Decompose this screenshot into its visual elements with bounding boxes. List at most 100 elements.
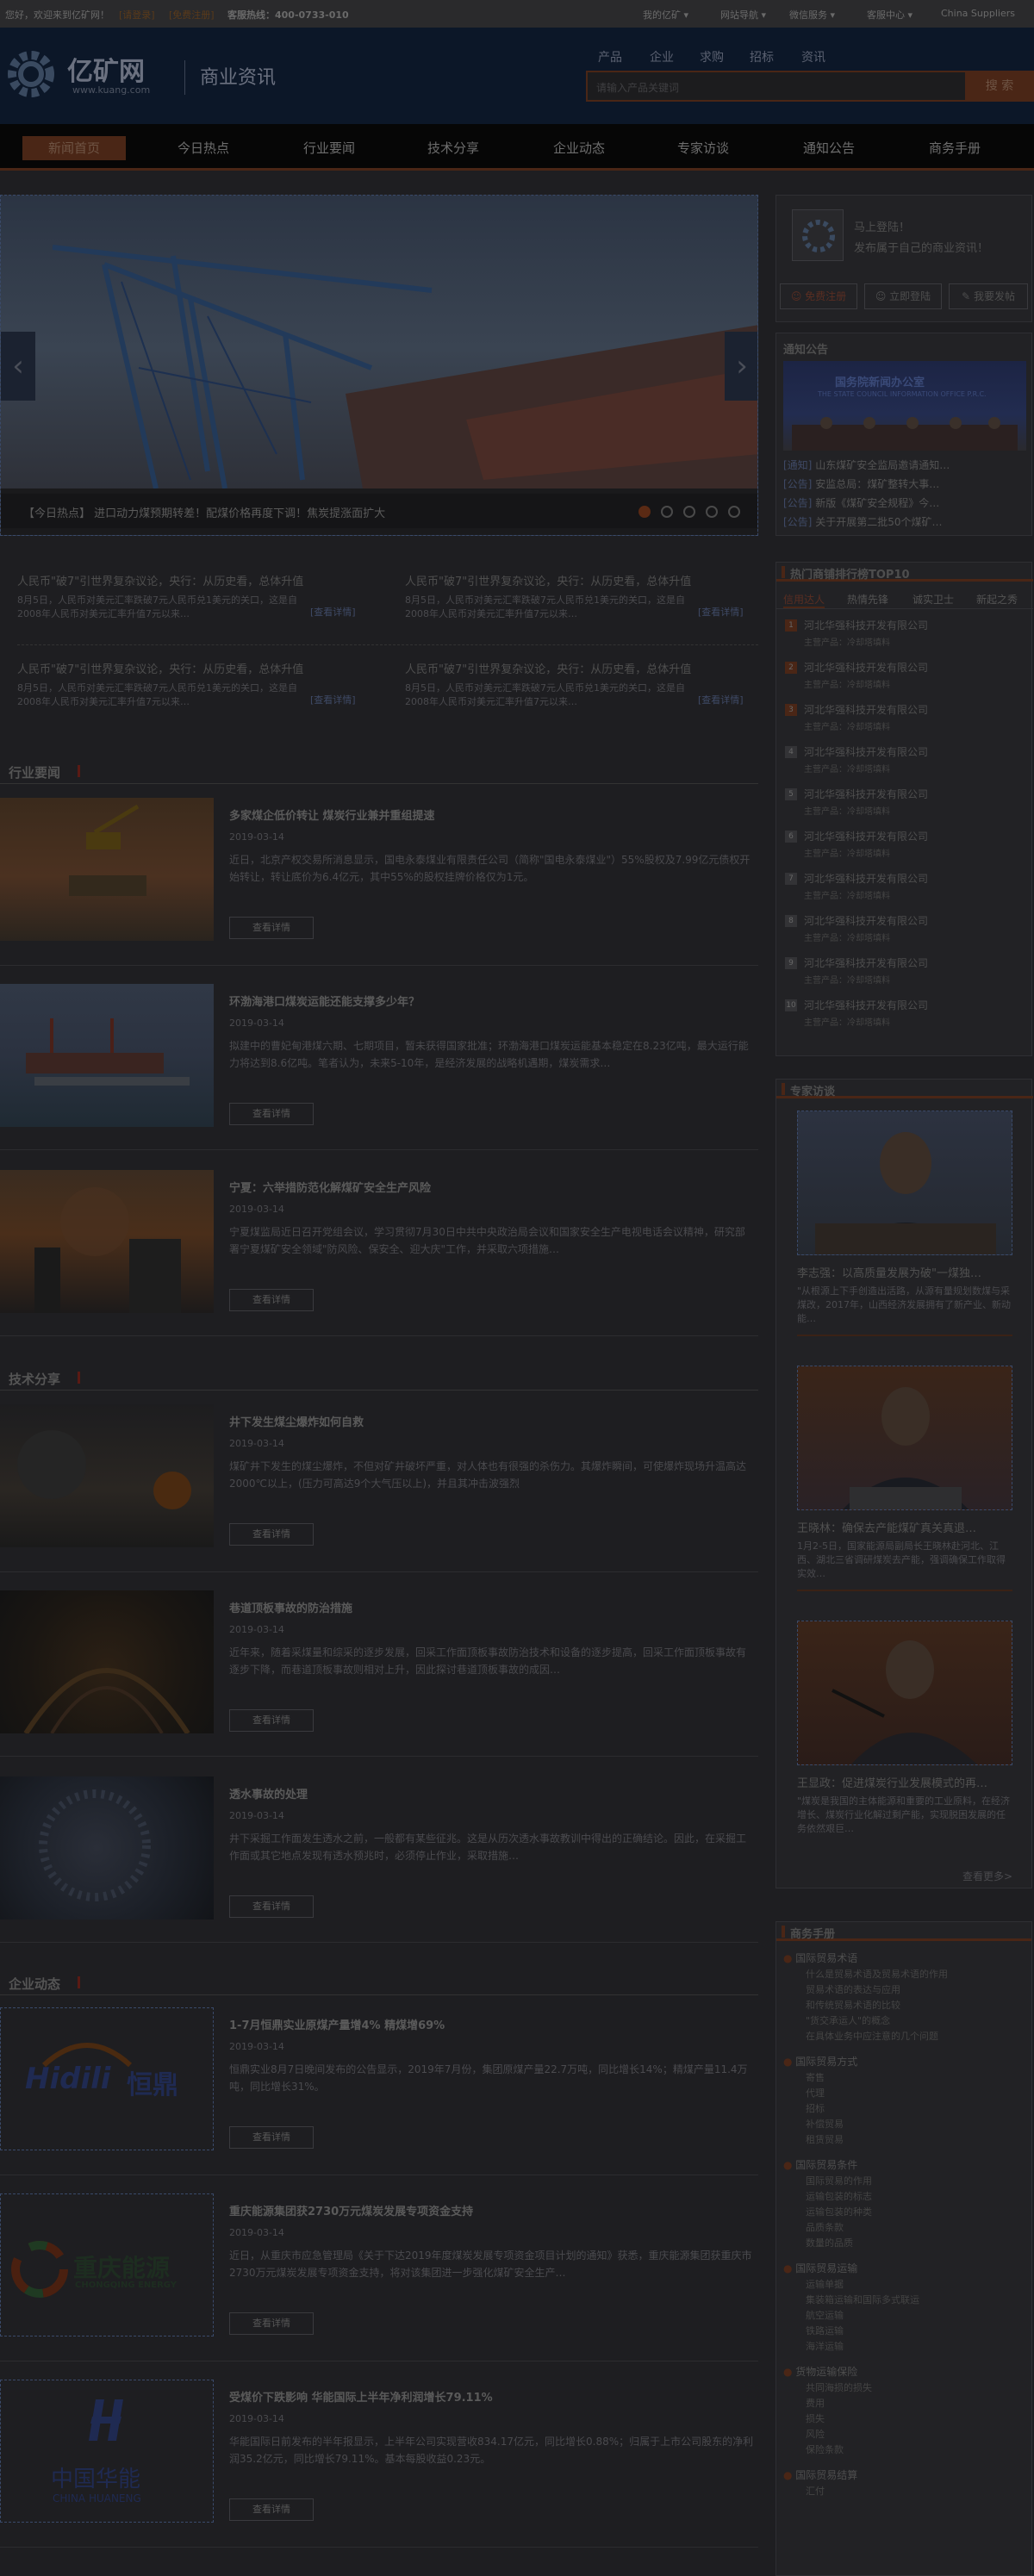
nav-handbook[interactable]: 商务手册	[903, 136, 1006, 160]
handbook-group-title[interactable]: ● 国际贸易结算	[783, 2467, 1026, 2484]
handbook-link[interactable]: 海洋运输	[783, 2339, 1026, 2355]
ranking-item[interactable]: 1 河北华强科技开发有限公司 主营产品：冷却塔填料	[783, 616, 1026, 658]
menu-wechat[interactable]: 微信服务 ▾	[789, 8, 835, 22]
expert-photo-3[interactable]	[797, 1621, 1012, 1765]
view-details-button[interactable]: 查看详情	[229, 1709, 314, 1732]
handbook-group-title[interactable]: ● 国际贸易方式	[783, 2053, 1026, 2070]
cat-news[interactable]: 资讯	[801, 48, 825, 65]
ranking-item[interactable]: 7 河北华强科技开发有限公司 主营产品：冷却塔填料	[783, 869, 1026, 912]
view-details-button[interactable]: 查看详情	[229, 1103, 314, 1125]
cat-tender[interactable]: 招标	[750, 48, 774, 65]
rank-company-name[interactable]: 河北华强科技开发有限公司	[804, 787, 928, 801]
article-image[interactable]	[0, 1404, 214, 1547]
handbook-link[interactable]: "货交承运人"的概念	[783, 2013, 1026, 2029]
login-now-button[interactable]: ☺ 立即登陆	[864, 283, 942, 309]
view-details-button[interactable]: 查看详情	[229, 917, 314, 939]
view-details-button[interactable]: 查看详情	[229, 1289, 314, 1311]
tab-credit[interactable]: 信用达人	[783, 592, 825, 608]
article-title[interactable]: 井下发生煤尘爆炸如何自救	[229, 1413, 755, 1429]
tab-honesty[interactable]: 诚实卫士	[913, 592, 954, 607]
ranking-item[interactable]: 10 河北华强科技开发有限公司 主营产品：冷却塔填料	[783, 996, 1026, 1038]
headline-item[interactable]: 人民币"破7"引世界复杂议论，央行：从历史看，总体升值 8月5日，人民币对美元汇…	[17, 660, 379, 709]
article-image[interactable]	[0, 798, 214, 941]
rank-company-name[interactable]: 河北华强科技开发有限公司	[804, 871, 928, 886]
search-input[interactable]: 请输入产品关键词	[586, 71, 974, 102]
handbook-group-title[interactable]: ● 国际贸易运输	[783, 2260, 1026, 2277]
article-image[interactable]	[0, 1170, 214, 1313]
tab-enthusiasm[interactable]: 热情先锋	[847, 592, 888, 607]
cat-company[interactable]: 企业	[650, 48, 674, 65]
ranking-item[interactable]: 2 河北华强科技开发有限公司 主营产品：冷却塔填料	[783, 658, 1026, 700]
expert-item-title[interactable]: 王晓林：确保去产能煤矿真关真退…	[797, 1519, 1012, 1535]
headline-item[interactable]: 人民币"破7"引世界复杂议论，央行：从历史看，总体升值 8月5日，人民币对美元汇…	[17, 572, 379, 621]
rank-company-name[interactable]: 河北华强科技开发有限公司	[804, 955, 928, 970]
article-image[interactable]	[0, 1590, 214, 1733]
view-details-button[interactable]: 查看详情	[229, 1523, 314, 1546]
nav-news-home[interactable]: 新闻首页	[22, 136, 126, 160]
gear-logo-icon[interactable]	[3, 47, 59, 102]
register-link[interactable]: [免费注册]	[169, 8, 215, 22]
view-details-button[interactable]: 查看详情	[229, 1895, 314, 1918]
handbook-link[interactable]: 补偿贸易	[783, 2117, 1026, 2132]
handbook-link[interactable]: 国际贸易的作用	[783, 2174, 1026, 2189]
tab-newcomer[interactable]: 新起之秀	[976, 592, 1018, 607]
handbook-link[interactable]: 租赁贸易	[783, 2132, 1026, 2148]
rank-company-name[interactable]: 河北华强科技开发有限公司	[804, 913, 928, 928]
rank-company-name[interactable]: 河北华强科技开发有限公司	[804, 702, 928, 717]
ranking-item[interactable]: 6 河北华强科技开发有限公司 主营产品：冷却塔填料	[783, 827, 1026, 869]
handbook-link[interactable]: 损失	[783, 2411, 1026, 2427]
rank-company-name[interactable]: 河北华强科技开发有限公司	[804, 744, 928, 759]
handbook-link[interactable]: 寄售	[783, 2070, 1026, 2086]
expert-photo-2[interactable]	[797, 1366, 1012, 1510]
notice-item[interactable]: [公告] 新版《煤矿安全规程》今…	[783, 494, 1026, 513]
article-title[interactable]: 巷道顶板事故的防治措施	[229, 1599, 755, 1615]
article-title[interactable]: 多家煤企低价转让 煤炭行业兼并重组提速	[229, 806, 755, 823]
slide-dot-2[interactable]	[661, 506, 673, 518]
nav-today-hot[interactable]: 今日热点	[152, 136, 255, 160]
article-title[interactable]: 重庆能源集团获2730万元煤炭发展专项资金支持	[229, 2202, 755, 2218]
handbook-link[interactable]: 航空运输	[783, 2308, 1026, 2324]
cat-buy[interactable]: 求购	[700, 48, 724, 65]
view-details-button[interactable]: 查看详情	[229, 2126, 314, 2149]
rank-company-name[interactable]: 河北华强科技开发有限公司	[804, 618, 928, 632]
menu-my-kuang[interactable]: 我的亿矿 ▾	[643, 8, 688, 22]
handbook-link[interactable]: 铁路运输	[783, 2324, 1026, 2339]
handbook-link[interactable]: 代理	[783, 2086, 1026, 2101]
china-huaneng-logo-image[interactable]: 中国华能 CHINA HUANENG	[0, 2380, 214, 2523]
expert-item-title[interactable]: 李志强：以高质量发展为破"一煤独…	[797, 1264, 1012, 1280]
handbook-group-title[interactable]: ● 国际贸易术语	[783, 1950, 1026, 1967]
free-register-button[interactable]: ☺ 免费注册	[780, 283, 857, 309]
handbook-link[interactable]: 贸易术语的表达与应用	[783, 1982, 1026, 1998]
article-title[interactable]: 环渤海港口煤炭运能还能支撑多少年？	[229, 992, 755, 1009]
handbook-link[interactable]: 数量的品质	[783, 2236, 1026, 2251]
article-title[interactable]: 1-7月恒鼎实业原煤产量增4% 精煤增69%	[229, 2016, 755, 2032]
handbook-link[interactable]: 汇付	[783, 2484, 1026, 2499]
slide-dot-1[interactable]	[638, 506, 651, 518]
expert-photo-1[interactable]	[797, 1111, 1012, 1255]
post-button[interactable]: ✎ 我要发帖	[949, 283, 1028, 309]
chongqing-energy-logo-image[interactable]: 重庆能源 CHONGQING ENERGY	[0, 2193, 214, 2336]
banner-caption[interactable]: 【今日热点】 进口动力煤预期转差！配煤价格再度下调！焦炭提涨面扩大	[23, 504, 385, 520]
handbook-link[interactable]: 集装箱运输和国际多式联运	[783, 2293, 1026, 2308]
handbook-group-title[interactable]: ● 货物运输保险	[783, 2363, 1026, 2380]
login-link[interactable]: [请登录]	[119, 8, 155, 22]
handbook-link[interactable]: 费用	[783, 2396, 1026, 2411]
notice-image[interactable]: 国务院新闻办公室 THE STATE COUNCIL INFORMATION O…	[783, 361, 1026, 451]
slide-dot-4[interactable]	[706, 506, 718, 518]
handbook-link[interactable]: 保险条款	[783, 2442, 1026, 2458]
handbook-link[interactable]: 运输单据	[783, 2277, 1026, 2293]
handbook-link[interactable]: 品质条款	[783, 2220, 1026, 2236]
ranking-item[interactable]: 9 河北华强科技开发有限公司 主营产品：冷却塔填料	[783, 954, 1026, 996]
rank-company-name[interactable]: 河北华强科技开发有限公司	[804, 829, 928, 843]
ranking-item[interactable]: 5 河北华强科技开发有限公司 主营产品：冷却塔填料	[783, 785, 1026, 827]
article-title[interactable]: 受煤价下跌影响 华能国际上半年净利润增长79.11%	[229, 2388, 755, 2405]
nav-expert-interview[interactable]: 专家访谈	[651, 136, 755, 160]
view-details-button[interactable]: 查看详情	[229, 2312, 314, 2335]
handbook-link[interactable]: 在具体业务中应注意的几个问题	[783, 2029, 1026, 2044]
notice-item[interactable]: [公告] 关于开展第二批50个煤矿…	[783, 513, 1026, 532]
headline-item[interactable]: 人民币"破7"引世界复杂议论，央行：从历史看，总体升值 8月5日，人民币对美元汇…	[405, 660, 767, 709]
notice-item[interactable]: [通知] 山东煤矿安全监局邀请通知…	[783, 456, 1026, 475]
banner-prev-arrow-icon[interactable]: ‹	[1, 332, 35, 401]
notice-item[interactable]: [公告] 安监总局：煤矿整转大事…	[783, 475, 1026, 494]
search-button[interactable]: 搜 索	[965, 71, 1034, 102]
